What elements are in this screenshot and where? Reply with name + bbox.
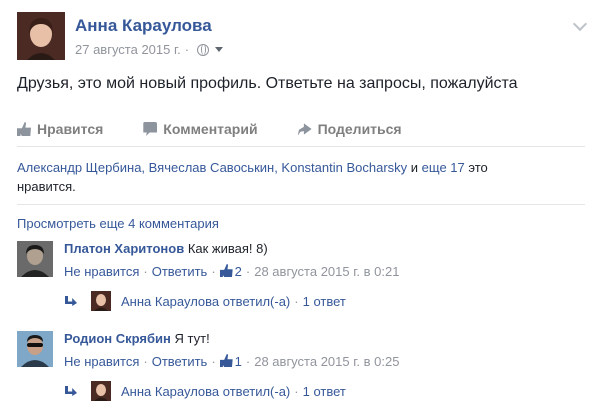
reply-author[interactable]: Анна Караулова [121,294,219,309]
comment-body: Платон Харитонов Как живая! 8) [64,241,268,256]
reply-avatar [91,291,111,311]
thumb-up-icon [219,354,233,367]
comment-text: Как живая! 8) [187,241,268,256]
likes-and: и [407,160,422,175]
reply-verb[interactable]: ответил(-а) [223,384,290,399]
post-date[interactable]: 27 августа 2015 г. [75,42,181,57]
post-meta: 27 августа 2015 г. · [75,42,224,57]
reply-link[interactable]: Ответить [152,264,208,279]
reply-link[interactable]: Ответить [152,354,208,369]
share-label: Поделиться [317,121,402,137]
like-label: Нравится [37,121,104,137]
chevron-down-icon[interactable] [572,16,588,32]
like-button[interactable]: Нравится [17,118,103,140]
comment-button[interactable]: Комментарий [143,118,258,140]
author-avatar[interactable] [17,12,65,60]
like-count[interactable]: 1 [235,354,242,369]
post-actions: Нравится Комментарий Поделиться [17,118,585,140]
share-button[interactable]: Поделиться [297,118,402,140]
reply-author[interactable]: Анна Караулова [121,384,219,399]
likes-others-link[interactable]: еще 17 [422,160,465,175]
reply-verb[interactable]: ответил(-а) [223,294,290,309]
unlike-link[interactable]: Не нравится [64,264,139,279]
commenter-avatar[interactable] [17,331,53,367]
comment-timestamp[interactable]: 28 августа 2015 г. в 0:25 [254,354,399,369]
share-icon [297,123,312,136]
view-more-comments-link[interactable]: Просмотреть еще 4 комментария [17,216,219,231]
thumb-up-icon [219,264,233,277]
comment-icon [143,122,158,136]
divider [17,204,585,205]
commenter-name[interactable]: Родион Скрябин [64,331,171,346]
likers-names[interactable]: Александр Щербина, Вячеслав Савоськин, K… [17,160,407,175]
reply-arrow-icon [65,386,77,396]
reply-preview[interactable]: Анна Караулова ответил(-а) · 1 ответ [65,290,346,312]
commenter-name[interactable]: Платон Харитонов [64,241,184,256]
facebook-post: Анна Караулова 27 августа 2015 г. · Друз… [0,0,600,409]
reply-preview[interactable]: Анна Караулова ответил(-а) · 1 ответ [65,380,346,402]
caret-down-icon[interactable] [215,47,224,52]
comment-meta: Не нравится · Ответить · 1 · 28 августа 2015 г… [64,354,400,369]
comment-body: Родион Скрябин Я тут! [64,331,210,346]
divider [17,146,585,147]
meta-separator: · [184,42,190,57]
post-text: Друзья, это мой новый профиль. Ответьте … [17,75,518,92]
likes-summary: Александр Щербина, Вячеслав Савоськин, K… [17,158,517,196]
comment-text: Я тут! [174,331,210,346]
reply-count[interactable]: 1 ответ [303,384,346,399]
reply-arrow-icon [65,296,77,306]
reply-avatar [91,381,111,401]
unlike-link[interactable]: Не нравится [64,354,139,369]
comment-timestamp[interactable]: 28 августа 2015 г. в 0:21 [254,264,399,279]
comment-meta: Не нравится · Ответить · 2 · 28 августа 2015 г… [64,264,400,279]
reply-count[interactable]: 1 ответ [303,294,346,309]
commenter-avatar[interactable] [17,241,53,277]
like-icon [17,122,31,136]
globe-icon[interactable] [197,43,210,56]
author-name[interactable]: Анна Караулова [75,16,212,36]
like-count[interactable]: 2 [235,264,242,279]
comment-label: Комментарий [163,121,258,137]
